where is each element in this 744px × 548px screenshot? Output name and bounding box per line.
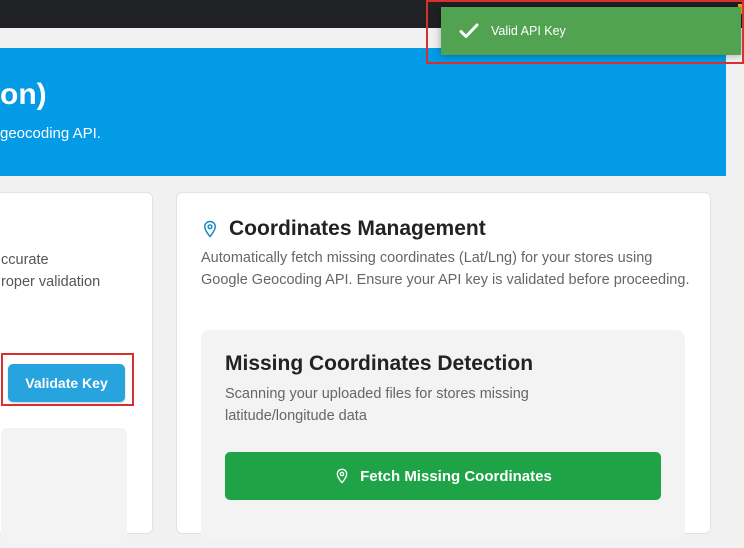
toast-highlight — [426, 0, 744, 64]
map-pin-icon — [336, 468, 348, 484]
page-title: on) — [0, 78, 47, 111]
coordinates-description: Automatically fetch missing coordinates … — [201, 250, 690, 288]
fetch-missing-coordinates-button[interactable]: Fetch Missing Coordinates — [225, 452, 661, 500]
detection-description: Scanning your uploaded files for stores … — [225, 386, 529, 424]
coordinates-management-card: Coordinates Management Automatically fet… — [176, 192, 711, 540]
validate-button-highlight — [1, 353, 134, 406]
fetch-button-label: Fetch Missing Coordinates — [360, 467, 552, 485]
api-key-description: ccurate roper validation — [1, 252, 101, 290]
page-header-banner: on) geocoding API. — [0, 48, 726, 176]
page-subtitle: geocoding API. — [0, 125, 101, 142]
coordinates-header: Coordinates Management — [201, 217, 486, 241]
detection-title: Missing Coordinates Detection — [225, 352, 534, 375]
coordinates-title: Coordinates Management — [229, 217, 486, 240]
map-pin-icon — [203, 220, 217, 238]
missing-coordinates-panel: Missing Coordinates Detection Scanning y… — [201, 330, 685, 540]
api-key-status-panel — [1, 428, 127, 548]
